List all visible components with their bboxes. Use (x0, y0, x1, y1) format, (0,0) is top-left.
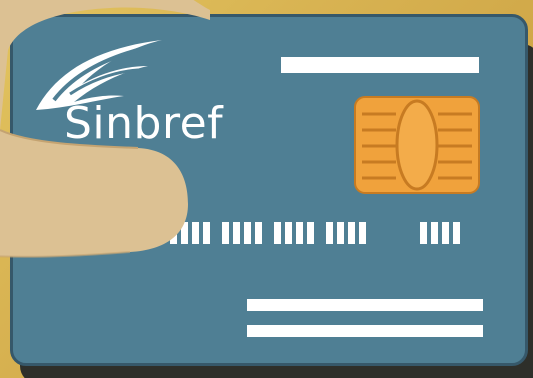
card-bottom-stripe-2 (247, 325, 483, 337)
smart-card-chip-icon (354, 96, 480, 194)
card-top-stripe (281, 57, 479, 73)
card-number-group-4 (326, 222, 370, 244)
hand-holding-card (0, 0, 210, 258)
card-bottom-stripe-1 (247, 299, 483, 311)
card-number-group-2 (222, 222, 266, 244)
payment-card-illustration: Sinbref (0, 0, 533, 378)
card-number-group-5 (420, 222, 464, 244)
card-number-group-3 (274, 222, 318, 244)
